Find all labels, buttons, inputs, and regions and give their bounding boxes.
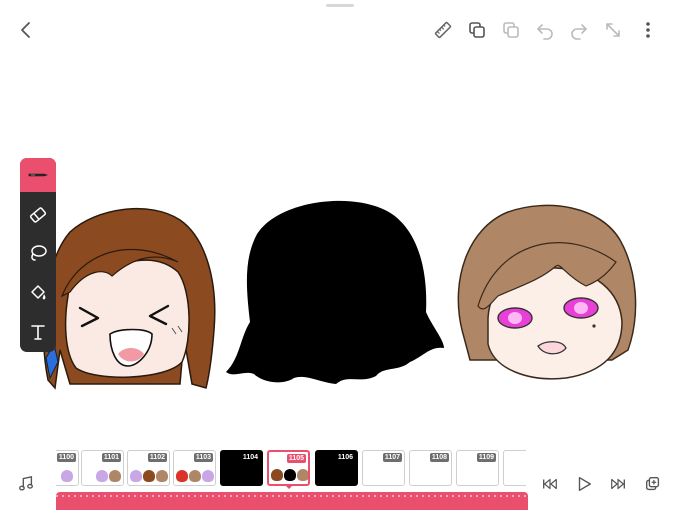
more-vertical-icon: [646, 22, 650, 38]
timeline-scrubber[interactable]: [56, 492, 528, 510]
lasso-icon: [31, 245, 47, 261]
redo-button[interactable]: [567, 18, 591, 42]
frame-1106[interactable]: 1106: [315, 450, 358, 486]
lasso-tool[interactable]: [20, 236, 56, 270]
chevron-left-icon: [21, 22, 30, 38]
text-icon: [31, 325, 45, 340]
add-frame-icon: [646, 477, 660, 491]
frame-1109[interactable]: 1109: [456, 450, 499, 486]
expand-icon: [606, 23, 620, 37]
onion-skin-button[interactable]: [499, 18, 523, 42]
layers-button[interactable]: [465, 18, 489, 42]
top-toolbar: [0, 0, 680, 58]
pen-tool[interactable]: [20, 158, 56, 192]
audio-button[interactable]: [14, 472, 38, 496]
onion-skin-icon: [503, 22, 519, 38]
skip-forward-icon: [611, 478, 625, 490]
frame-number: 1102: [147, 453, 167, 462]
add-frame-button[interactable]: [641, 472, 665, 496]
frame-1102[interactable]: 1102: [127, 450, 170, 486]
frame-1104[interactable]: 1104: [220, 450, 263, 486]
play-button[interactable]: [572, 472, 596, 496]
layers-icon: [469, 22, 485, 38]
undo-icon: [537, 24, 553, 40]
fullscreen-button[interactable]: [601, 18, 625, 42]
frame-number: 1106: [335, 453, 355, 462]
frame-strip[interactable]: 1100 1101 1102 1103 1104 1105 1106 1107 …: [56, 450, 526, 490]
drawing-canvas[interactable]: [0, 58, 680, 448]
ruler-button[interactable]: [431, 18, 455, 42]
jump-end-button[interactable]: [606, 472, 630, 496]
character-silhouette: [226, 200, 444, 384]
drag-handle[interactable]: [326, 4, 354, 7]
character-laughing: [42, 207, 216, 390]
redo-icon: [571, 24, 587, 40]
frame-1105[interactable]: 1105: [267, 450, 310, 486]
skip-back-icon: [543, 478, 557, 490]
selected-frame-indicator: [286, 486, 292, 489]
undo-button[interactable]: [533, 18, 557, 42]
eraser-icon: [29, 207, 47, 223]
tool-panel: [20, 158, 56, 352]
frame-1103[interactable]: 1103: [173, 450, 216, 486]
frame-1107[interactable]: 1107: [362, 450, 405, 486]
canvas-artwork: [42, 200, 637, 390]
paint-bucket-icon: [31, 285, 46, 300]
frame-number: 1101: [101, 453, 121, 462]
fill-tool[interactable]: [20, 276, 56, 310]
play-icon: [578, 477, 591, 491]
frame-next[interactable]: [503, 450, 526, 486]
more-button[interactable]: [636, 18, 660, 42]
frame-number: 1105: [286, 454, 306, 463]
character-surprised: [457, 204, 637, 380]
timeline-ticks: [56, 495, 528, 497]
text-tool[interactable]: [20, 315, 56, 349]
eraser-tool[interactable]: [20, 198, 56, 232]
pen-icon: [28, 173, 48, 177]
ruler-icon: [434, 21, 452, 39]
frame-number: 1104: [240, 453, 260, 462]
frame-number: 1109: [476, 453, 496, 462]
frame-1108[interactable]: 1108: [409, 450, 452, 486]
frame-number: 1103: [193, 453, 213, 462]
frame-1101[interactable]: 1101: [81, 450, 124, 486]
back-button[interactable]: [14, 18, 38, 42]
frame-number: 1108: [429, 453, 449, 462]
frame-1100[interactable]: 1100: [56, 450, 79, 486]
jump-start-button[interactable]: [538, 472, 562, 496]
frame-number: 1107: [382, 453, 402, 462]
frame-number: 1100: [56, 453, 76, 462]
music-note-icon: [19, 475, 33, 491]
